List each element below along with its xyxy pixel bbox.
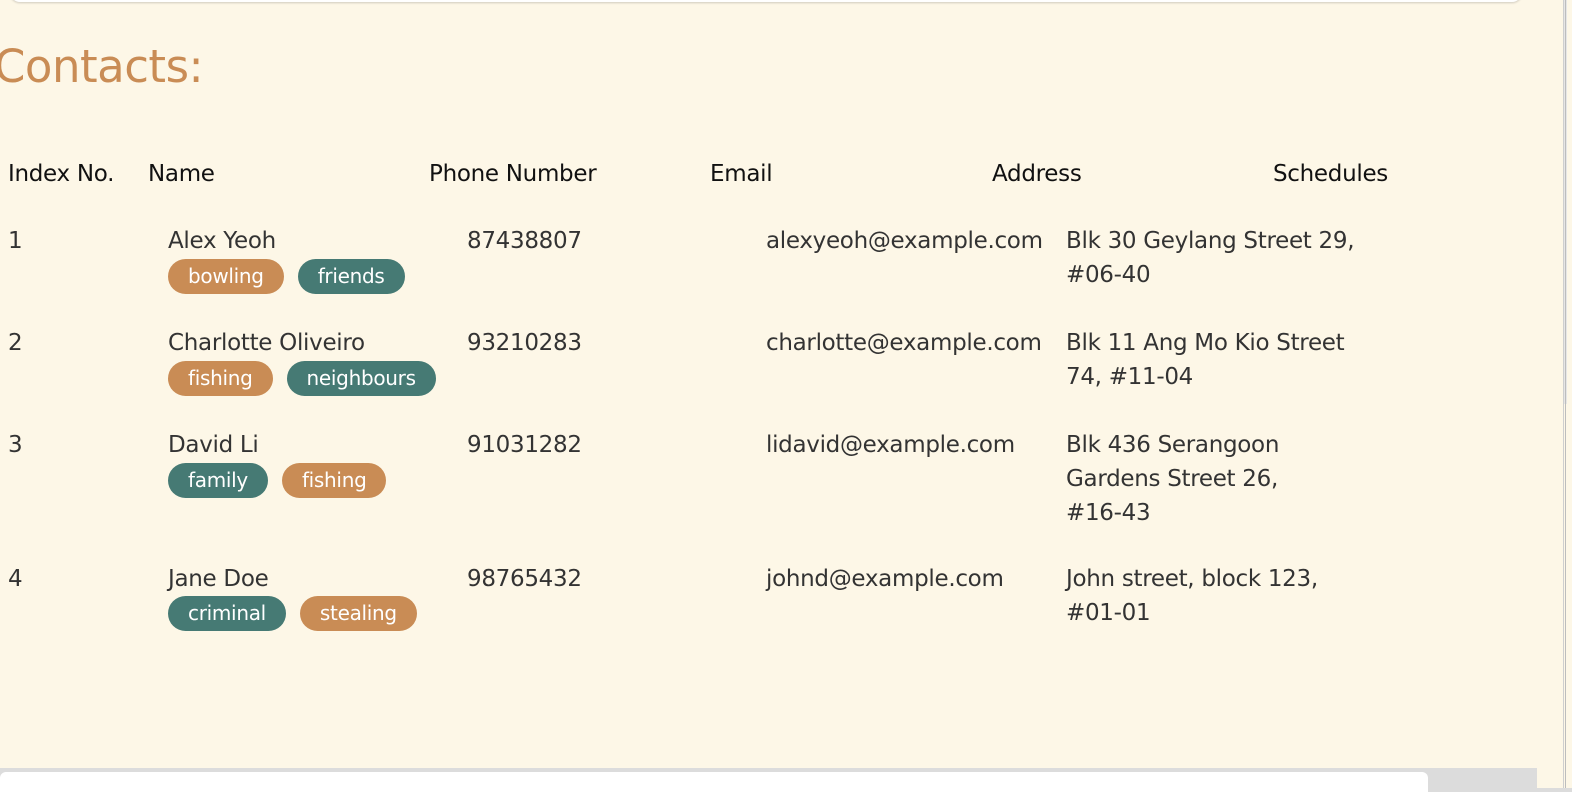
scrollbar-edge (1565, 0, 1566, 788)
column-header-name: Name (148, 161, 215, 187)
scrollbar[interactable] (1537, 0, 1572, 788)
tag: fishing (168, 361, 273, 396)
contact-name: Jane Doe (168, 566, 269, 592)
tag: fishing (281, 463, 387, 498)
contact-name: Alex Yeoh (168, 228, 276, 254)
contact-address: Blk 11 Ang Mo Kio Street 74, #11-04 (1066, 330, 1345, 390)
contacts-panel: Contacts: Index No. Name Phone Number Em… (0, 0, 1537, 768)
column-header-phone: Phone Number (429, 161, 597, 187)
command-box[interactable] (0, 772, 1428, 792)
row-index: 4 (8, 566, 23, 592)
tag-list: family fishing (168, 463, 387, 498)
contact-email: lidavid@example.com (766, 432, 1015, 458)
tag: friends (297, 259, 405, 294)
tag-list: bowling friends (168, 259, 405, 294)
contact-address: Blk 30 Geylang Street 29, #06-40 (1066, 228, 1355, 288)
contact-name: David Li (168, 432, 259, 458)
row-index: 3 (8, 432, 23, 458)
column-header-index: Index No. (8, 161, 115, 187)
contact-address: Blk 436 Serangoon Gardens Street 26, #16… (1066, 432, 1280, 526)
column-header-email: Email (710, 161, 773, 187)
column-header-schedules: Schedules (1273, 161, 1388, 187)
contact-address: John street, block 123, #01-01 (1066, 566, 1318, 626)
top-bar (10, 0, 1522, 2)
contact-phone: 87438807 (467, 228, 582, 254)
row-index: 1 (8, 228, 23, 254)
contact-phone: 93210283 (467, 330, 582, 356)
contact-phone: 98765432 (467, 566, 582, 592)
tag-list: criminal stealing (168, 596, 417, 631)
page-title: Contacts: (0, 40, 204, 93)
tag: family (168, 463, 268, 498)
contact-name: Charlotte Oliveiro (168, 330, 365, 356)
column-header-address: Address (992, 161, 1082, 187)
contact-phone: 91031282 (467, 432, 582, 458)
tag: stealing (299, 596, 417, 631)
tag-list: fishing neighbours (168, 361, 436, 396)
row-index: 2 (8, 330, 23, 356)
tag: bowling (168, 259, 284, 294)
tag: neighbours (286, 361, 436, 396)
contact-email: johnd@example.com (766, 566, 1004, 592)
contact-email: alexyeoh@example.com (766, 228, 1043, 254)
tag: criminal (168, 596, 286, 631)
contact-email: charlotte@example.com (766, 330, 1042, 356)
